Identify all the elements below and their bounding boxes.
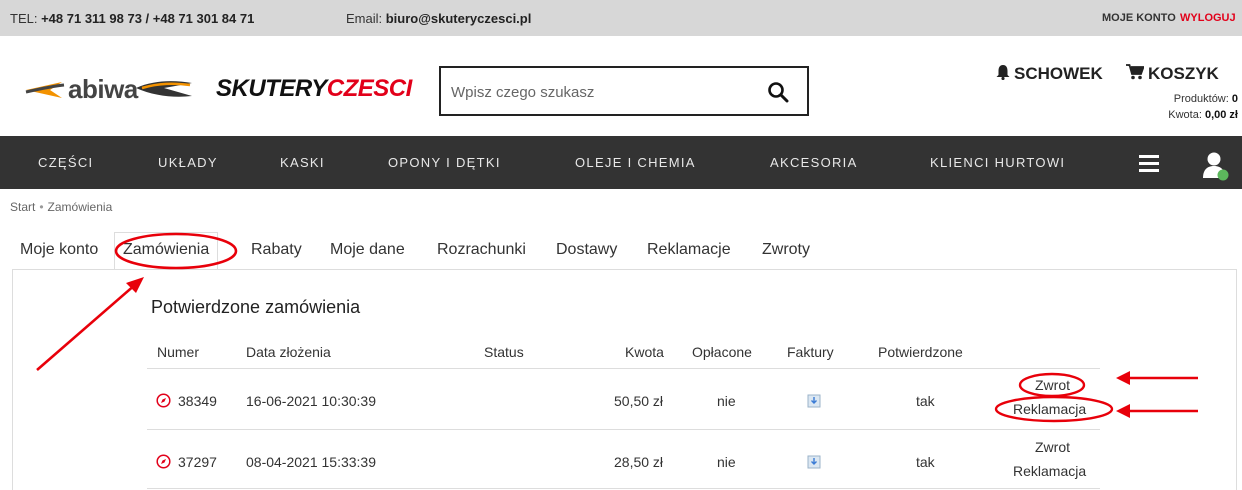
return-link[interactable]: Zwrot bbox=[1035, 439, 1070, 455]
nav-item-akcesoria[interactable]: AKCESORIA bbox=[770, 155, 858, 170]
order-amount: 50,50 zł bbox=[614, 393, 664, 409]
amount-label: Kwota: bbox=[1168, 109, 1205, 121]
hamburger-menu-icon[interactable] bbox=[1139, 155, 1159, 172]
invoice-download-icon[interactable] bbox=[807, 455, 821, 469]
tab-dostawy[interactable]: Dostawy bbox=[556, 241, 617, 259]
order-date: 16-06-2021 10:30:39 bbox=[246, 393, 376, 409]
breadcrumb-current: Zamówienia bbox=[47, 200, 113, 214]
logo-sk-red: CZESCI bbox=[326, 75, 413, 102]
column-header-confirmed: Potwierdzone bbox=[878, 344, 963, 360]
nav-item-oleje[interactable]: OLEJE I CHEMIA bbox=[575, 155, 696, 170]
order-date: 08-04-2021 15:33:39 bbox=[246, 454, 376, 470]
email-label: Email: bbox=[346, 11, 386, 26]
tab-rabaty[interactable]: Rabaty bbox=[251, 241, 302, 259]
amount-value: 0,00 zł bbox=[1204, 109, 1238, 121]
top-bar: TEL: +48 71 311 98 73 / +48 71 301 84 71… bbox=[0, 0, 1242, 36]
complaint-link[interactable]: Reklamacja bbox=[1013, 401, 1086, 417]
logout-link[interactable]: WYLOGUJ bbox=[1180, 12, 1236, 24]
order-confirmed: tak bbox=[916, 454, 935, 470]
phone-info: TEL: +48 71 311 98 73 / +48 71 301 84 71 bbox=[10, 11, 254, 26]
wishlist-link[interactable]: SCHOWEK bbox=[996, 64, 1103, 84]
tab-moje-dane[interactable]: Moje dane bbox=[330, 241, 405, 259]
order-amount: 28,50 zł bbox=[614, 454, 664, 470]
cart-link[interactable]: KOSZYK bbox=[1126, 64, 1219, 84]
column-header-number: Numer bbox=[157, 344, 200, 360]
search-icon[interactable] bbox=[767, 81, 789, 103]
column-header-invoices: Faktury bbox=[787, 344, 834, 360]
phone-label: TEL: bbox=[10, 11, 42, 26]
column-header-amount: Kwota bbox=[625, 344, 664, 360]
email-info: Email: biuro@skuteryczesci.pl bbox=[346, 11, 531, 26]
column-header-status: Status bbox=[484, 344, 524, 360]
nav-item-kaski[interactable]: KASKI bbox=[280, 155, 325, 170]
order-paid: nie bbox=[717, 393, 736, 409]
account-tabs: Moje konto Zamówienia Rabaty Moje dane R… bbox=[0, 232, 1242, 270]
order-confirmed: tak bbox=[916, 393, 935, 409]
column-header-paid: Opłacone bbox=[692, 344, 752, 360]
table-divider bbox=[147, 488, 1100, 489]
cart-icon bbox=[1126, 64, 1145, 80]
wishlist-label: SCHOWEK bbox=[1014, 64, 1103, 83]
tab-rozrachunki[interactable]: Rozrachunki bbox=[437, 241, 526, 259]
complaint-link[interactable]: Reklamacja bbox=[1013, 463, 1086, 479]
abiwa-logo[interactable]: abiwa bbox=[24, 68, 194, 108]
nav-item-czesci[interactable]: CZĘŚCI bbox=[38, 155, 93, 170]
tab-reklamacje[interactable]: Reklamacje bbox=[647, 241, 731, 259]
nav-item-uklady[interactable]: UKŁADY bbox=[158, 155, 218, 170]
bell-icon bbox=[996, 65, 1010, 81]
cart-products: Produktów: 0 bbox=[1168, 91, 1238, 107]
invoice-download-icon[interactable] bbox=[807, 394, 821, 408]
main-nav: CZĘŚCI UKŁADY KASKI OPONY I DĘTKI OLEJE … bbox=[0, 136, 1242, 189]
breadcrumb-separator: • bbox=[39, 200, 44, 214]
order-details-icon[interactable] bbox=[156, 454, 171, 469]
section-title: Potwierdzone zamówienia bbox=[151, 297, 361, 317]
tab-zamowienia[interactable]: Zamówienia bbox=[114, 232, 219, 270]
phone-number: +48 71 311 98 73 / +48 71 301 84 71 bbox=[41, 11, 255, 26]
email-link[interactable]: biuro@skuteryczesci.pl bbox=[386, 11, 532, 26]
search-input[interactable] bbox=[451, 81, 751, 103]
order-details-icon[interactable] bbox=[156, 393, 171, 408]
logo-sk-black: SKUTERY bbox=[216, 75, 327, 102]
cart-amount: Kwota: 0,00 zł bbox=[1168, 107, 1238, 123]
tab-zwroty[interactable]: Zwroty bbox=[762, 241, 810, 259]
nav-item-opony[interactable]: OPONY I DĘTKI bbox=[388, 155, 501, 170]
cart-summary: Produktów: 0 Kwota: 0,00 zł bbox=[1168, 91, 1238, 123]
products-count: 0 bbox=[1231, 93, 1238, 105]
column-header-date: Data złożenia bbox=[246, 344, 331, 360]
abiwa-logo-text: abiwa bbox=[68, 74, 138, 104]
header: abiwa SKUTERYCZESCI SCHOWEK KOSZYK Produ… bbox=[0, 36, 1242, 136]
my-account-link[interactable]: MOJE KONTO bbox=[1102, 12, 1176, 24]
search-box bbox=[439, 66, 809, 116]
breadcrumb: Start • Zamówienia bbox=[10, 200, 112, 214]
order-number[interactable]: 38349 bbox=[178, 393, 217, 409]
breadcrumb-start[interactable]: Start bbox=[10, 200, 35, 214]
table-divider bbox=[147, 368, 1100, 369]
order-number[interactable]: 37297 bbox=[178, 454, 217, 470]
cart-label: KOSZYK bbox=[1148, 64, 1219, 83]
order-paid: nie bbox=[717, 454, 736, 470]
tab-moje-konto[interactable]: Moje konto bbox=[20, 241, 98, 259]
table-divider bbox=[147, 429, 1100, 430]
nav-item-hurtowi[interactable]: KLIENCI HURTOWI bbox=[930, 155, 1065, 170]
skuteryczesci-logo[interactable]: SKUTERYCZESCI bbox=[216, 75, 412, 103]
user-icon[interactable] bbox=[1202, 150, 1230, 182]
products-label: Produktów: bbox=[1173, 93, 1232, 105]
return-link[interactable]: Zwrot bbox=[1035, 377, 1070, 393]
